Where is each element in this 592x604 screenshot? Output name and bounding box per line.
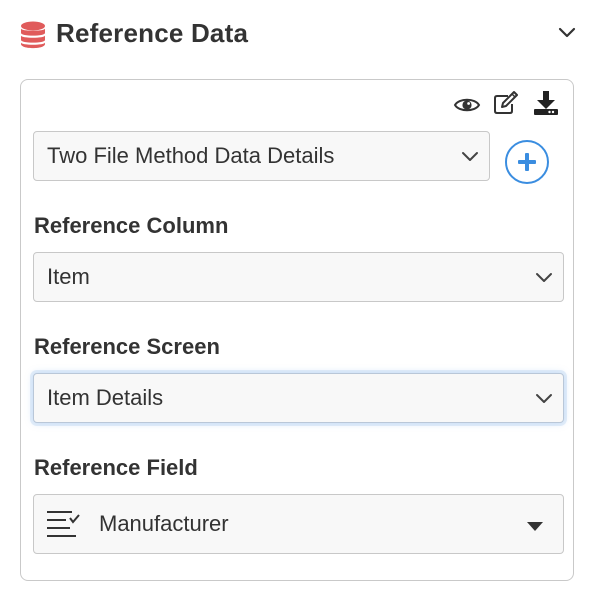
reference-column-value: Item [47, 264, 90, 289]
reference-column-label: Reference Column [34, 213, 229, 238]
edit-icon[interactable] [492, 90, 520, 116]
caret-down-icon [527, 519, 543, 531]
collapse-chevron-icon[interactable] [556, 22, 578, 44]
reference-data-header: Reference Data [0, 0, 592, 70]
add-button[interactable] [505, 140, 549, 184]
reference-field-label: Reference Field [34, 455, 198, 480]
dataset-select[interactable]: Two File Method Data Details [33, 131, 490, 181]
reference-screen-value: Item Details [47, 385, 164, 410]
eye-icon[interactable] [453, 92, 481, 118]
chevron-down-icon [533, 387, 555, 409]
download-icon[interactable] [532, 90, 560, 116]
reference-column-select[interactable]: Item [33, 252, 564, 302]
reference-field-select[interactable]: Manufacturer [33, 494, 564, 554]
reference-field-value: Manufacturer [99, 511, 229, 536]
database-icon [20, 21, 46, 49]
chevron-down-icon [459, 145, 481, 167]
field-list-icon [46, 509, 80, 539]
reference-data-panel: Two File Method Data Details Reference C… [20, 79, 574, 581]
section-title: Reference Data [56, 18, 249, 48]
reference-screen-label: Reference Screen [34, 334, 220, 359]
chevron-down-icon [533, 266, 555, 288]
reference-screen-select[interactable]: Item Details [33, 373, 564, 423]
dataset-select-value: Two File Method Data Details [47, 143, 335, 168]
plus-icon [518, 153, 536, 171]
